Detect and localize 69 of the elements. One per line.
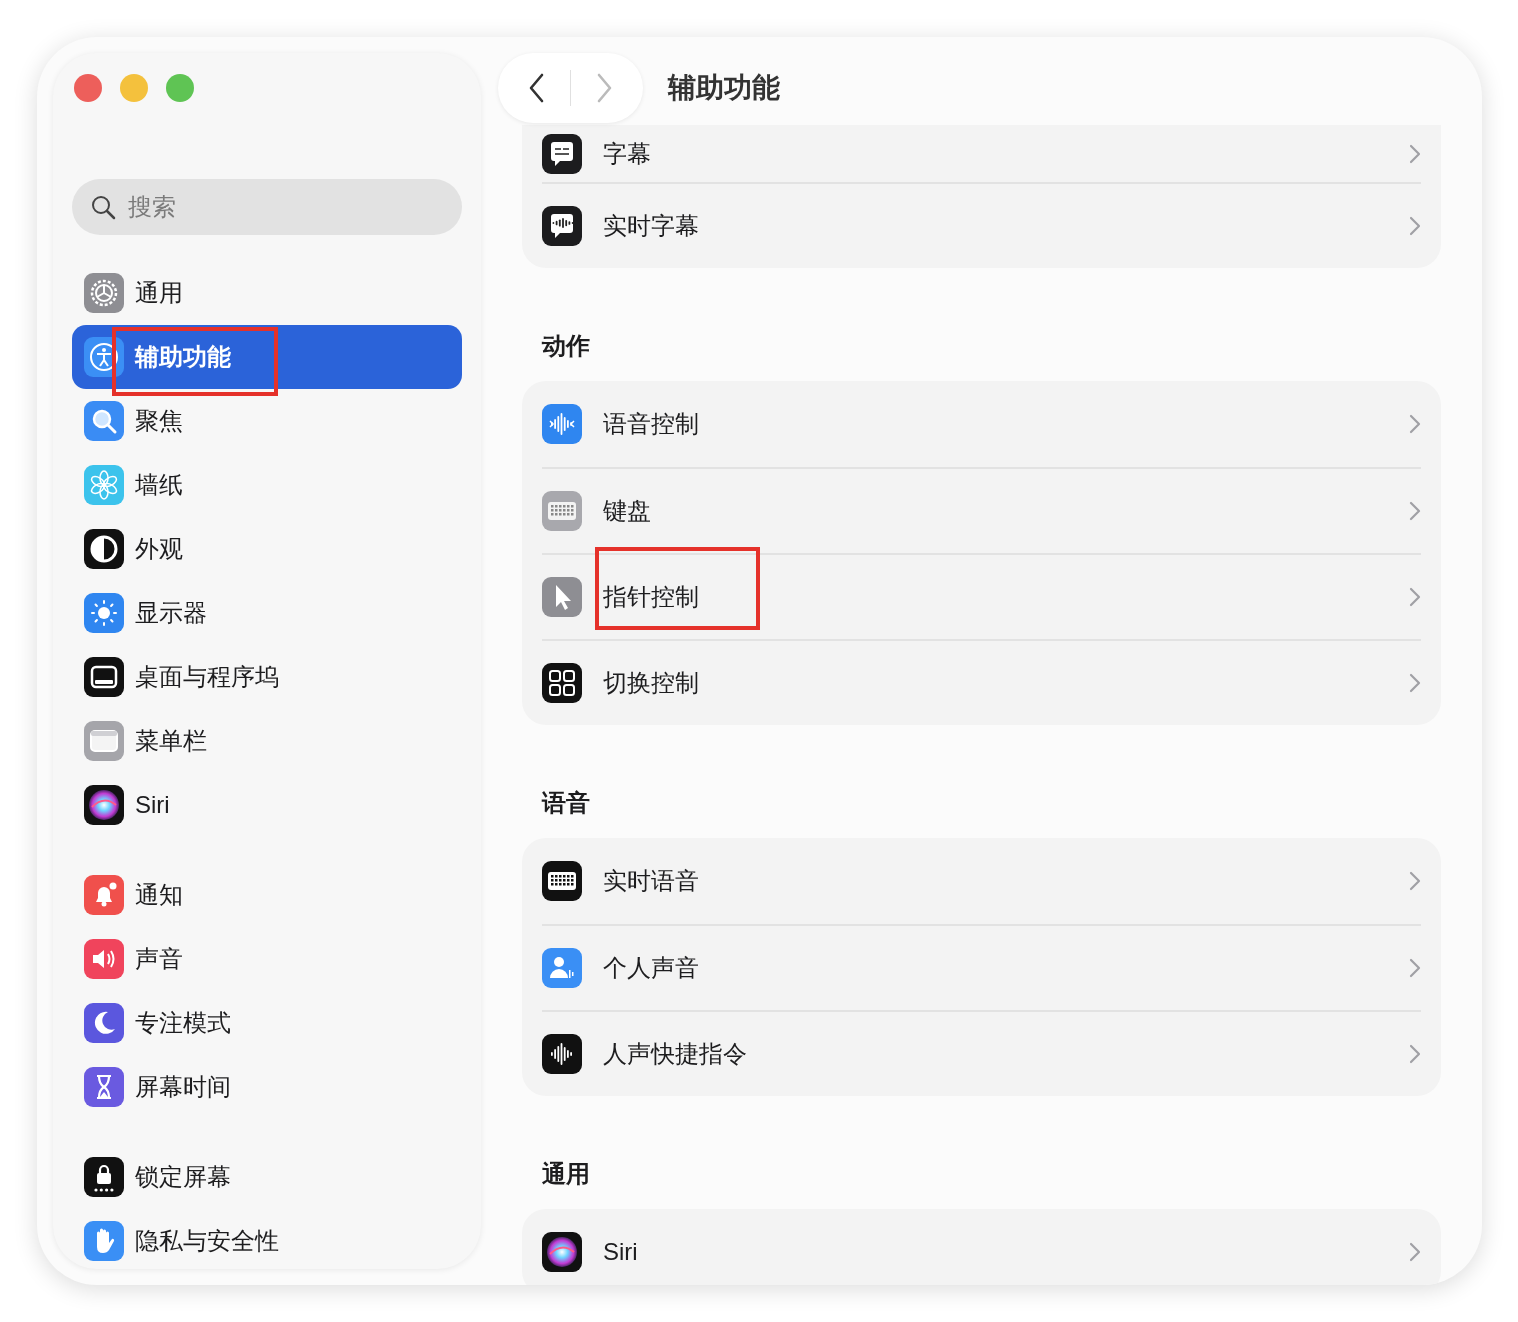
- settings-row[interactable]: 个人声音: [522, 926, 1441, 1010]
- sidebar-item[interactable]: 通用: [72, 261, 462, 325]
- dock-icon: [84, 657, 124, 697]
- search-icon: [90, 194, 116, 220]
- chevron-icon: [1409, 587, 1421, 607]
- sidebar-item[interactable]: 隐私与安全性: [72, 1209, 462, 1269]
- section-heading: 通用: [542, 1159, 591, 1189]
- settings-row[interactable]: 字幕: [522, 125, 1441, 182]
- chevron-icon: [1409, 673, 1421, 693]
- settings-row[interactable]: Siri: [522, 1209, 1441, 1285]
- sun-icon: [84, 593, 124, 633]
- chevron-icon: [1409, 1044, 1421, 1064]
- sidebar-item[interactable]: 聚焦: [72, 389, 462, 453]
- siri-icon: [84, 785, 124, 825]
- sidebar-item[interactable]: 锁定屏幕: [72, 1145, 462, 1209]
- sidebar-item[interactable]: 专注模式: [72, 991, 462, 1055]
- speech-bubble-icon: [542, 206, 582, 246]
- close-window-button[interactable]: [74, 74, 102, 102]
- cursor-icon: [542, 577, 582, 617]
- section-heading: 语音: [542, 788, 591, 818]
- waveform-icon: [542, 1034, 582, 1074]
- settings-row[interactable]: 指针控制: [522, 555, 1441, 639]
- grid-icon: [542, 663, 582, 703]
- hourglass-icon: [84, 1067, 124, 1107]
- settings-row[interactable]: 人声快捷指令: [522, 1012, 1441, 1096]
- speaker-icon: [84, 939, 124, 979]
- contrast-icon: [84, 529, 124, 569]
- person-icon: [542, 948, 582, 988]
- sidebar-item[interactable]: 辅助功能: [72, 325, 462, 389]
- search-field[interactable]: 搜索: [72, 179, 462, 235]
- settings-row[interactable]: 切换控制: [522, 641, 1441, 725]
- chevron-icon: [1409, 501, 1421, 521]
- sidebar-item[interactable]: Siri: [72, 773, 462, 837]
- chevron-icon: [1409, 1242, 1421, 1262]
- minimize-window-button[interactable]: [120, 74, 148, 102]
- page-title: 辅助功能: [668, 71, 780, 105]
- sidebar-item[interactable]: 菜单栏: [72, 709, 462, 773]
- waveform-icon: [542, 404, 582, 444]
- sidebar-item[interactable]: 显示器: [72, 581, 462, 645]
- sidebar-item[interactable]: 屏幕时间: [72, 1055, 462, 1119]
- keyboard-icon: [542, 861, 582, 901]
- siri-icon: [542, 1232, 582, 1272]
- menu-bar-icon: [84, 721, 124, 761]
- moon-icon: [84, 1003, 124, 1043]
- settings-row[interactable]: 键盘: [522, 469, 1441, 553]
- gear-icon: [84, 273, 124, 313]
- chevron-icon: [1409, 958, 1421, 978]
- search-icon: [84, 401, 124, 441]
- sidebar-item[interactable]: 外观: [72, 517, 462, 581]
- sidebar-item[interactable]: 声音: [72, 927, 462, 991]
- chevron-icon: [1409, 143, 1421, 164]
- flower-icon: [84, 465, 124, 505]
- speech-bubble-icon: [542, 133, 582, 174]
- lock-icon: [84, 1157, 124, 1197]
- section-heading: 动作: [542, 331, 591, 361]
- sidebar-item[interactable]: 墙纸: [72, 453, 462, 517]
- settings-row[interactable]: 实时字幕: [522, 184, 1441, 268]
- sidebar-item[interactable]: 通知: [72, 863, 462, 927]
- settings-row[interactable]: 语音控制: [522, 381, 1441, 467]
- keyboard-icon: [542, 491, 582, 531]
- chevron-icon: [1409, 216, 1421, 236]
- chevron-icon: [1409, 871, 1421, 891]
- zoom-window-button[interactable]: [166, 74, 194, 102]
- sidebar-item[interactable]: 桌面与程序坞: [72, 645, 462, 709]
- hand-icon: [84, 1221, 124, 1261]
- settings-row[interactable]: 实时语音: [522, 838, 1441, 924]
- accessibility-icon: [84, 337, 124, 377]
- bell-icon: [84, 875, 124, 915]
- chevron-icon: [1409, 414, 1421, 434]
